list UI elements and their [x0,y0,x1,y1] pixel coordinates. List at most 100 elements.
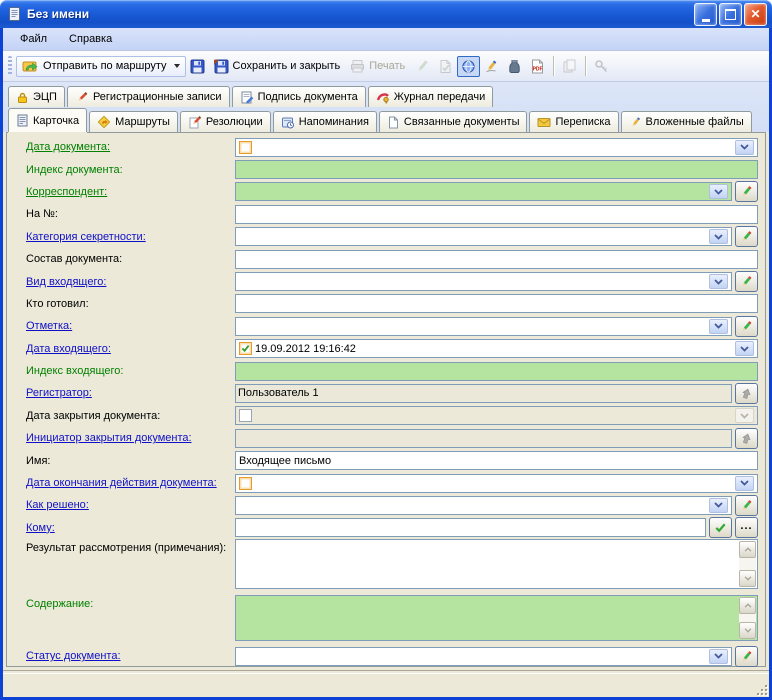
mark-label[interactable]: Отметка: [7,320,235,332]
scroll-up-icon[interactable] [739,597,756,614]
document-date-label[interactable]: Дата документа: [7,141,235,153]
scroll-down-icon[interactable] [739,622,756,639]
document-date-checkbox[interactable] [239,141,252,154]
incoming-type-dropdown-button[interactable] [709,274,728,289]
export-pdf-button[interactable]: PDF [526,56,549,77]
menu-help[interactable]: Справка [60,31,121,47]
send-route-button[interactable]: Отправить по маршруту [16,56,186,77]
tab-transfer-log[interactable]: Журнал передачи [368,86,493,107]
registrar-label[interactable]: Регистратор: [7,387,235,399]
incoming-index-field[interactable] [235,362,758,381]
document-date-input[interactable] [255,141,734,153]
correspondent-edit-button[interactable] [735,181,758,202]
how-resolved-dropdown-button[interactable] [709,498,728,513]
document-index-field[interactable] [235,160,758,179]
name-input[interactable] [238,455,755,467]
reply-number-input[interactable] [238,208,755,220]
recipient-input[interactable] [238,522,703,534]
close-date-label: Дата закрытия документа: [7,410,235,422]
tab-document-signature[interactable]: Подпись документа [232,86,366,107]
secrecy-category-label[interactable]: Категория секретности: [7,231,235,243]
incoming-date-checkbox[interactable] [239,342,252,355]
recipient-label[interactable]: Кому: [7,522,235,534]
tab-correspondence[interactable]: Переписка [529,111,618,132]
tab-resolutions[interactable]: Резолюции [180,111,271,132]
document-date-field[interactable] [235,138,758,157]
scroll-down-icon[interactable] [739,570,756,587]
mark-dropdown-button[interactable] [709,319,728,334]
incoming-type-edit-button[interactable] [735,271,758,292]
archive-button[interactable] [503,56,526,77]
web-view-button[interactable] [457,56,480,77]
maximize-button[interactable] [719,3,742,26]
incoming-date-label[interactable]: Дата входящего: [7,343,235,355]
prepared-by-input[interactable] [238,298,755,310]
content-textarea[interactable] [235,595,758,641]
expiry-date-label[interactable]: Дата окончания действия документа: [7,477,235,489]
send-route-dropdown-icon[interactable] [174,64,180,68]
save-button[interactable] [186,56,209,77]
secrecy-category-dropdown-button[interactable] [709,229,728,244]
scroll-up-icon[interactable] [739,541,756,558]
menu-file[interactable]: Файл [11,31,56,47]
mark-input[interactable] [238,320,708,332]
document-status-label[interactable]: Статус документа: [7,650,235,662]
how-resolved-label[interactable]: Как решено: [7,499,235,511]
how-resolved-field[interactable] [235,496,732,515]
mark-edit-button[interactable] [735,316,758,337]
secrecy-category-field[interactable] [235,227,732,246]
tab-card[interactable]: Карточка [8,108,87,132]
incoming-type-input[interactable] [238,276,708,288]
title-bar[interactable]: Без имени ✕ [0,0,772,28]
review-result-scrollbar[interactable] [739,541,756,587]
reply-number-field[interactable] [235,205,758,224]
secrecy-category-input[interactable] [238,231,708,243]
expiry-date-input[interactable] [255,477,734,489]
tab-ecp[interactable]: ЭЦП [8,86,65,107]
expiry-date-dropdown-button[interactable] [735,476,754,491]
document-date-dropdown-button[interactable] [735,140,754,155]
correspondent-dropdown-button[interactable] [709,184,728,199]
prepared-by-field[interactable] [235,294,758,313]
mark-field[interactable] [235,317,732,336]
tab-registration-records[interactable]: Регистрационные записи [67,86,230,107]
incoming-date-dropdown-button[interactable] [735,341,754,356]
document-status-edit-button[interactable] [735,646,758,667]
recipient-browse-button[interactable]: ... [735,517,758,538]
secrecy-category-edit-button[interactable] [735,226,758,247]
registrar-select-button[interactable] [735,383,758,404]
incoming-date-input[interactable] [356,343,734,355]
recipient-confirm-button[interactable] [709,517,732,538]
document-status-dropdown-button[interactable] [709,649,728,664]
how-resolved-input[interactable] [238,499,708,511]
correspondent-field[interactable] [235,182,732,201]
tab-reminders[interactable]: Напоминания [273,111,377,132]
resize-grip[interactable] [755,683,767,695]
review-result-textarea[interactable] [235,539,758,589]
close-initiator-select-button[interactable] [735,428,758,449]
expiry-date-checkbox[interactable] [239,477,252,490]
tab-routes[interactable]: Маршруты [89,111,178,132]
tab-attached-files[interactable]: Вложенные файлы [621,111,752,132]
document-composition-input[interactable] [238,253,755,265]
close-initiator-label[interactable]: Инициатор закрытия документа: [7,432,235,444]
expiry-date-field[interactable] [235,474,758,493]
attach-file-button[interactable] [480,56,503,77]
document-status-input[interactable] [238,650,708,662]
incoming-type-field[interactable] [235,272,732,291]
correspondent-input[interactable] [238,186,708,198]
content-scrollbar[interactable] [739,597,756,639]
incoming-type-label[interactable]: Вид входящего: [7,276,235,288]
toolbar-grip[interactable] [8,56,12,76]
recipient-field[interactable] [235,518,706,537]
document-status-field[interactable] [235,647,732,666]
close-button[interactable]: ✕ [744,3,767,26]
name-field[interactable] [235,451,758,470]
document-composition-field[interactable] [235,250,758,269]
save-close-button[interactable]: Сохранить и закрыть [209,56,345,77]
correspondent-label[interactable]: Корреспондент: [7,186,235,198]
incoming-date-field[interactable]: 19.09.2012 19:16:42 [235,339,758,358]
tab-linked-documents[interactable]: Связанные документы [379,111,528,132]
minimize-button[interactable] [694,3,717,26]
how-resolved-edit-button[interactable] [735,495,758,516]
